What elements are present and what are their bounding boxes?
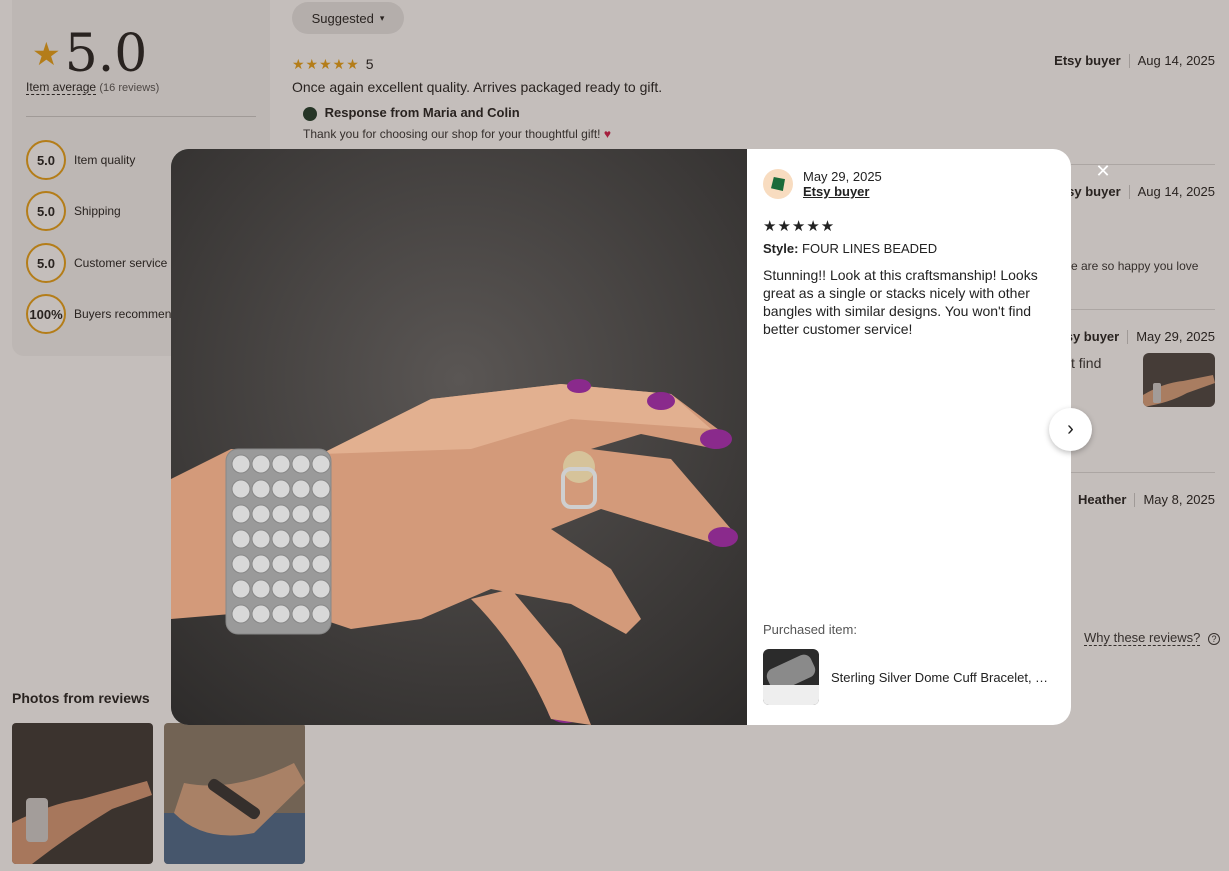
review-details-panel: May 29, 2025 Etsy buyer ★★★★★ Style: FOU… — [747, 149, 1071, 725]
purchased-item-thumbnail[interactable] — [763, 649, 819, 705]
purchased-item-title[interactable]: Sterling Silver Dome Cuff Bracelet, Ta..… — [831, 670, 1053, 685]
purchased-item-label: Purchased item: — [763, 622, 857, 637]
review-stars: ★★★★★ — [763, 218, 836, 235]
review-photo-modal: May 29, 2025 Etsy buyer ★★★★★ Style: FOU… — [171, 149, 1071, 725]
review-style: Style: FOUR LINES BEADED — [763, 241, 1055, 256]
style-label: Style: — [763, 241, 799, 256]
review-photo-large — [171, 149, 747, 725]
review-date: May 29, 2025 — [803, 169, 882, 184]
chevron-right-icon[interactable]: › — [1049, 408, 1092, 451]
review-author-block: May 29, 2025 Etsy buyer — [763, 169, 1055, 199]
close-icon[interactable]: ✕ — [1092, 160, 1114, 182]
avatar — [763, 169, 793, 199]
style-value: FOUR LINES BEADED — [802, 241, 938, 256]
purchased-item-link[interactable]: Sterling Silver Dome Cuff Bracelet, Ta..… — [763, 649, 1053, 705]
review-text: Stunning!! Look at this craftsmanship! L… — [763, 267, 1038, 337]
review-author-link[interactable]: Etsy buyer — [803, 184, 882, 199]
